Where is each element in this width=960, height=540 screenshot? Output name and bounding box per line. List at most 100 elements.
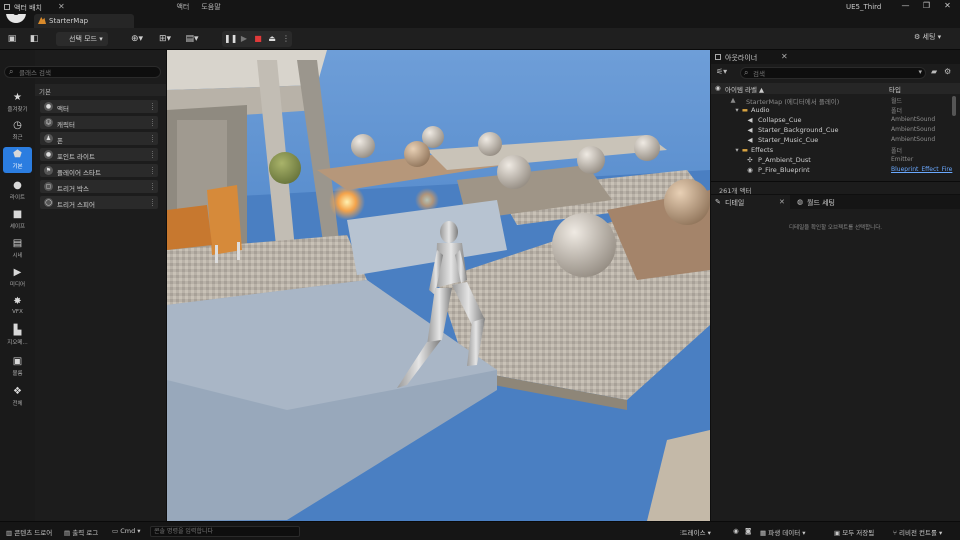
drag-handle[interactable]	[152, 199, 154, 206]
place-mode-rail: ★ 즐겨찾기 ◷ 최근 ⬟ 기본 ● 라이트 ■ 셰이프 ▤ 시네 ▶ 미디어 ✸ VFX ▙ 지…	[0, 50, 35, 521]
actor-item-trigger-sphere[interactable]: ◯ 트리거 스피어	[40, 196, 158, 209]
close-icon[interactable]: ✕	[781, 52, 788, 61]
search-icon: ⌕	[9, 67, 14, 76]
rail-lights[interactable]: ● 라이트	[3, 178, 32, 204]
status-bar: ▥ 콘텐츠 드로어 ▤ 출력 로그 ▭ Cmd ▾ ⫶트레이스 ▾ ◉ ◙ ▦ …	[0, 521, 960, 540]
class-search[interactable]: ⌕	[4, 66, 161, 78]
console-input[interactable]	[154, 527, 294, 536]
rail-basic[interactable]: ⬟ 기본	[3, 147, 32, 173]
drag-handle[interactable]	[152, 183, 154, 190]
blueprint-link[interactable]: Blueprint_Effect_Fire	[891, 166, 952, 173]
outliner-row[interactable]: ✣ P_Ambient_Dust Emitter	[711, 155, 951, 165]
outliner-row[interactable]: ◀ Collapse_Cue AmbientSound	[711, 115, 951, 125]
add-actor-icon[interactable]: ⊕▾	[128, 34, 146, 44]
minimize-icon[interactable]: —	[895, 1, 916, 10]
menu-actor[interactable]: 액터	[170, 2, 195, 12]
actor-item-character[interactable]: ☺ 캐릭터	[40, 116, 158, 129]
place-actors-tab[interactable]: 액터 배치 ✕	[0, 0, 166, 14]
actor-item-actor[interactable]: ● 액터	[40, 100, 158, 113]
cinematics-icon[interactable]: ▤▾	[183, 34, 201, 44]
chevron-down-icon[interactable]: ▾	[918, 68, 922, 76]
log-icon: ▤	[64, 529, 71, 537]
geometry-icon: ▙	[13, 325, 22, 336]
console-input-box[interactable]	[150, 526, 300, 537]
map-tab-label: StarterMap	[49, 17, 89, 25]
close-icon[interactable]: ✕	[937, 1, 958, 10]
rail-volumes[interactable]: ▣ 볼륨	[3, 354, 32, 380]
drag-handle[interactable]	[152, 167, 154, 174]
more-icon[interactable]: ⋮	[280, 32, 292, 46]
close-icon[interactable]: ✕	[779, 198, 785, 206]
tab-world-settings[interactable]: ◍ 월드 세팅	[793, 195, 873, 209]
actor-item-trigger-box[interactable]: ▢ 트리거 박스	[40, 180, 158, 193]
revision-control-button[interactable]: ⑂ 리비전 컨트롤 ▾	[893, 527, 942, 537]
rail-cinematic[interactable]: ▤ 시네	[3, 236, 32, 262]
content-drawer-button[interactable]: ▥ 콘텐츠 드로어	[6, 527, 52, 537]
actor-item-player-start[interactable]: ⚑ 플레이어 스타트	[40, 164, 158, 177]
star-icon: ★	[13, 92, 22, 103]
details-panel	[711, 195, 960, 521]
actor-item-point-light[interactable]: ● 포인트 라이트	[40, 148, 158, 161]
derived-data-button[interactable]: ▦ 파생 데이터 ▾	[760, 527, 806, 537]
outliner-row[interactable]: ◉ P_Fire_Blueprint Blueprint_Effect_Fire	[711, 165, 952, 175]
close-icon[interactable]: ✕	[58, 2, 65, 11]
cmd-selector[interactable]: ▭ Cmd ▾	[112, 527, 141, 535]
project-name: UE5_Third	[846, 3, 882, 11]
add-folder-icon[interactable]: ▰	[931, 67, 937, 76]
drag-handle[interactable]	[152, 103, 154, 110]
filter-icon[interactable]: ⚟▾	[716, 67, 727, 76]
expand-icon[interactable]: ▾	[733, 146, 741, 154]
column-label[interactable]: 아이템 라벨 ▲	[725, 84, 764, 94]
settings-button[interactable]: ⚙ 세팅 ▾	[914, 32, 941, 42]
outliner-row[interactable]: ▾ ▬ Effects 폴더	[711, 145, 951, 155]
stop-icon[interactable]: ■	[252, 32, 264, 46]
visibility-icon[interactable]: ◉	[715, 84, 721, 92]
rail-shapes[interactable]: ■ 셰이프	[3, 207, 32, 233]
map-tab[interactable]: StarterMap	[34, 14, 134, 28]
place-actors-title: 액터 배치	[14, 4, 42, 12]
outliner-row[interactable]: ▲ StarterMap (에디터에서 플레이) 월드	[711, 95, 951, 106]
outliner-row[interactable]: ◀ Starter_Background_Cue AmbientSound	[711, 125, 951, 135]
rail-geometry[interactable]: ▙ 지오메...	[3, 323, 32, 349]
window-controls: — ❐ ✕	[895, 1, 958, 10]
gear-icon[interactable]: ⚙	[944, 67, 951, 76]
column-type[interactable]: 타입	[889, 84, 901, 94]
camera-icon[interactable]: ◙	[745, 527, 751, 535]
emitter-icon: ✣	[747, 156, 753, 164]
drag-handle[interactable]	[152, 119, 154, 126]
menu-help[interactable]: 도움말	[195, 2, 226, 12]
outliner-row[interactable]: ▾ ▬ Audio 폴더	[711, 105, 951, 115]
search-icon: ⌕	[744, 68, 749, 77]
blueprint-icon[interactable]: ⊞▾	[156, 34, 174, 44]
eject-icon[interactable]: ⏏	[266, 32, 278, 46]
rail-vfx[interactable]: ✸ VFX	[3, 294, 32, 320]
class-search-input[interactable]	[19, 68, 149, 77]
outliner-tab[interactable]: 아웃라이너 ✕	[711, 50, 960, 64]
drag-handle[interactable]	[152, 151, 154, 158]
level-viewport[interactable]	[167, 50, 710, 521]
rail-media[interactable]: ▶ 미디어	[3, 265, 32, 291]
tab-details[interactable]: ✎ 디테일 ✕	[711, 195, 790, 209]
trace-button[interactable]: ⫶트레이스 ▾	[680, 527, 711, 538]
all-saved-button[interactable]: ▣ 모두 저장됨	[834, 527, 874, 537]
expand-icon[interactable]: ▾	[733, 106, 741, 114]
outliner-scrollbar[interactable]	[952, 96, 956, 116]
maximize-icon[interactable]: ❐	[916, 1, 937, 10]
output-log-button[interactable]: ▤ 출력 로그	[64, 527, 98, 537]
drag-handle[interactable]	[152, 135, 154, 142]
browse-icon[interactable]: ◧	[29, 34, 39, 44]
actor-item-pawn[interactable]: ♟ 폰	[40, 132, 158, 145]
rail-all[interactable]: ❖ 전체	[3, 384, 32, 410]
outliner-row[interactable]: ◀ Starter_Music_Cue AmbientSound	[711, 135, 951, 145]
clapper-icon: ▤	[12, 238, 23, 249]
outliner-search-input[interactable]	[753, 69, 903, 78]
database-icon: ▦	[760, 529, 767, 537]
select-mode-button[interactable]: 선택 모드 ▾	[56, 32, 108, 46]
save-icon[interactable]: ▣	[7, 34, 17, 44]
rail-favorites[interactable]: ★ 즐겨찾기	[3, 90, 32, 116]
record-icon[interactable]: ◉	[733, 527, 739, 535]
rail-recent[interactable]: ◷ 최근	[3, 118, 32, 144]
pause-icon[interactable]: ❚❚	[224, 32, 237, 46]
play-icon[interactable]: ▶	[238, 32, 250, 46]
outliner-search[interactable]: ⌕ ▾	[740, 67, 926, 79]
